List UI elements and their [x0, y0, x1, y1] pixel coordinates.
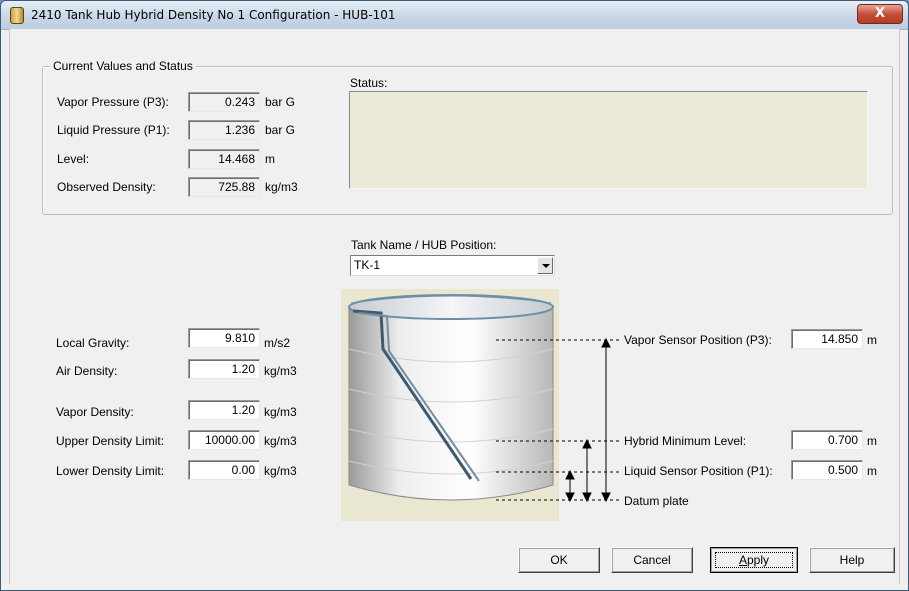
- cancel-button[interactable]: Cancel: [611, 547, 693, 573]
- upper-density-limit-unit: kg/m3: [264, 434, 297, 448]
- lower-density-limit-input[interactable]: 0.00: [188, 460, 260, 480]
- vapor-pressure-value: 0.243: [188, 92, 260, 112]
- tank-icon: [10, 7, 24, 24]
- vapor-density-label: Vapor Density:: [56, 405, 134, 419]
- current-values-group-title: Current Values and Status: [50, 59, 196, 73]
- observed-density-unit: kg/m3: [265, 180, 298, 194]
- dialog-body: Current Values and Status Vapor Pressure…: [9, 29, 900, 584]
- hybrid-min-level-input[interactable]: 0.700: [791, 430, 863, 450]
- tank-name-selected: TK-1: [354, 258, 381, 272]
- liquid-pressure-value: 1.236: [188, 120, 260, 140]
- title-bar[interactable]: 2410 Tank Hub Hybrid Density No 1 Config…: [1, 1, 908, 30]
- local-gravity-unit: m/s2: [264, 336, 291, 350]
- liquid-sensor-position-label: Liquid Sensor Position (P1):: [624, 464, 773, 478]
- vapor-pressure-label: Vapor Pressure (P3):: [57, 95, 169, 109]
- liquid-sensor-position-input[interactable]: 0.500: [791, 460, 863, 480]
- status-box: [349, 91, 868, 189]
- vapor-sensor-position-unit: m: [867, 333, 877, 347]
- hybrid-min-level-unit: m: [867, 434, 877, 448]
- vapor-sensor-position-label: Vapor Sensor Position (P3):: [624, 333, 772, 347]
- level-unit: m: [265, 152, 275, 166]
- ok-button[interactable]: OK: [518, 547, 600, 573]
- datum-plate-label: Datum plate: [624, 494, 689, 508]
- tank-name-select[interactable]: TK-1: [350, 255, 555, 276]
- tank-name-label: Tank Name / HUB Position:: [351, 238, 497, 252]
- help-button[interactable]: Help: [809, 547, 895, 573]
- vapor-density-input[interactable]: 1.20: [188, 400, 260, 420]
- air-density-unit: kg/m3: [264, 364, 297, 378]
- vapor-density-unit: kg/m3: [264, 405, 297, 419]
- upper-density-limit-label: Upper Density Limit:: [56, 434, 165, 448]
- chevron-down-icon[interactable]: [537, 257, 553, 274]
- window-title: 2410 Tank Hub Hybrid Density No 1 Config…: [31, 8, 396, 22]
- status-label: Status:: [350, 76, 388, 90]
- apply-focus-ring: [715, 552, 793, 568]
- hybrid-min-level-label: Hybrid Minimum Level:: [624, 434, 747, 448]
- observed-density-value: 725.88: [188, 177, 260, 197]
- air-density-label: Air Density:: [56, 364, 118, 378]
- measurement-lines: [496, 337, 622, 503]
- air-density-input[interactable]: 1.20: [188, 359, 260, 379]
- liquid-sensor-position-unit: m: [867, 464, 877, 478]
- liquid-pressure-unit: bar G: [265, 123, 296, 137]
- liquid-pressure-label: Liquid Pressure (P1):: [57, 123, 170, 137]
- config-window: 2410 Tank Hub Hybrid Density No 1 Config…: [0, 0, 909, 591]
- apply-button[interactable]: Apply: [710, 547, 798, 573]
- lower-density-limit-label: Lower Density Limit:: [56, 464, 165, 478]
- observed-density-label: Observed Density:: [57, 180, 156, 194]
- vapor-pressure-unit: bar G: [265, 95, 296, 109]
- close-button[interactable]: X: [857, 4, 903, 24]
- upper-density-limit-input[interactable]: 10000.00: [188, 430, 260, 450]
- level-label: Level:: [57, 152, 90, 166]
- local-gravity-label: Local Gravity:: [56, 336, 130, 350]
- level-value: 14.468: [188, 149, 260, 169]
- local-gravity-input[interactable]: 9.810: [188, 328, 260, 348]
- vapor-sensor-position-input[interactable]: 14.850: [791, 329, 863, 349]
- lower-density-limit-unit: kg/m3: [264, 464, 297, 478]
